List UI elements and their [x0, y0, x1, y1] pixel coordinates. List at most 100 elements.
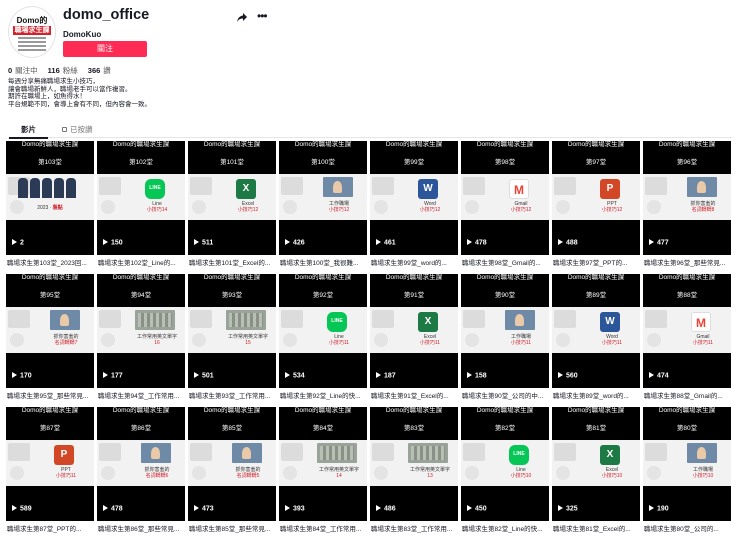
video-thumbnail[interactable]: Domo的職場求生課第81堂 Excel小技巧10 325 [552, 407, 640, 521]
video-card[interactable]: Domo的職場求生課第92堂 Line小技巧11 534 職場求生第92堂_Line的… [279, 274, 367, 402]
video-card[interactable]: Domo的職場求生課 第85堂 抓你害羞的 名詞轉轉5 473 職場求生第85堂_那些常見… [188, 407, 276, 535]
video-thumbnail[interactable]: Domo的職場求生課 第100堂 工作職場 小技巧12 426 [279, 141, 367, 255]
video-caption[interactable]: 職場求生第97堂_PPT的... [553, 257, 641, 267]
video-caption[interactable]: 職場求生第83堂_工作常用... [371, 523, 459, 533]
video-card[interactable]: Domo的職場求生課 第100堂 工作職場 小技巧12 426 職場求生第100堂_我很難… [279, 141, 367, 269]
view-count: 426 [285, 239, 305, 247]
video-caption[interactable]: 職場求生第82堂_Line的快... [462, 523, 550, 533]
video-caption[interactable]: 職場求生第103堂_2023回... [7, 257, 95, 267]
video-thumbnail[interactable]: Domo的職場求生課第91堂 Excel小技巧11 187 [370, 274, 458, 388]
video-card[interactable]: Domo的職場求生課 第93堂 工作常用英文單字 15 501 職場求生第93堂_工作常用… [188, 274, 276, 402]
video-thumbnail[interactable]: Domo的職場求生課第92堂 Line小技巧11 534 [279, 274, 367, 388]
video-thumbnail[interactable]: Domo的職場求生課第99堂 Word小技巧12 461 [370, 141, 458, 255]
video-thumbnail[interactable]: Domo的職場求生課 第96堂 抓你害羞的 名詞轉轉8 477 [643, 141, 731, 255]
video-thumbnail[interactable]: Domo的職場求生課 第84堂 工作常用英文單字 14 393 [279, 407, 367, 521]
video-caption[interactable]: 職場求生第96堂_那些常見... [644, 257, 732, 267]
video-thumbnail[interactable]: Domo的職場求生課第98堂 Gmail小技巧12 478 [461, 141, 549, 255]
video-caption[interactable]: 職場求生第95堂_那些常見... [7, 390, 95, 400]
video-card[interactable]: Domo的職場求生課 第83堂 工作常用英文單字 13 486 職場求生第83堂_工作常用… [370, 407, 458, 535]
video-caption[interactable]: 職場求生第87堂_PPT的... [7, 523, 95, 533]
video-card[interactable]: Domo的職場求生課 第94堂 工作常用英文單字 16 177 職場求生第94堂_工作常用… [97, 274, 185, 402]
stat-following[interactable]: 0 關注中 [8, 65, 38, 76]
video-card[interactable]: Domo的職場求生課 第90堂 工作職場 小技巧11 158 職場求生第90堂_公司的中.… [461, 274, 549, 402]
video-thumbnail[interactable]: Domo的職場求生課 第83堂 工作常用英文單字 13 486 [370, 407, 458, 521]
tab-videos[interactable]: 影片 [9, 124, 48, 139]
video-thumbnail[interactable]: Domo的職場求生課 第80堂 工作職場 小技巧10 190 [643, 407, 731, 521]
video-thumbnail[interactable]: Domo的職場求生課 第86堂 抓你害羞的 名詞轉轉6 478 [97, 407, 185, 521]
video-caption[interactable]: 職場求生第86堂_那些常見... [98, 523, 186, 533]
video-thumbnail[interactable]: Domo的職場求生課 第85堂 抓你害羞的 名詞轉轉5 473 [188, 407, 276, 521]
video-card[interactable]: Domo的職場求生課 第96堂 抓你害羞的 名詞轉轉8 477 職場求生第96堂_那些常見… [643, 141, 731, 269]
thumb-brand: Domo的職場求生課 [476, 274, 534, 281]
thumb-label: Gmail 小技巧12 [510, 201, 532, 213]
video-card[interactable]: Domo的職場求生課第82堂 Line小技巧10 450 職場求生第82堂_Line的… [461, 407, 549, 535]
video-thumbnail[interactable]: Domo的職場求生課 第95堂 抓你害羞的 名詞轉轉7 170 [6, 274, 94, 388]
thumb-episode: 第86堂 [130, 425, 152, 432]
view-count: 158 [467, 372, 487, 380]
video-card[interactable]: Domo的職場求生課第102堂 Line小技巧14 150 職場求生第102堂_Lin… [97, 141, 185, 269]
video-caption[interactable]: 職場求生第89堂_word的... [553, 390, 641, 400]
gmail-icon [691, 312, 711, 332]
video-thumbnail[interactable]: Domo的職場求生課第88堂 Gmail小技巧11 474 [643, 274, 731, 388]
video-caption[interactable]: 職場求生第94堂_工作常用... [98, 390, 186, 400]
video-thumbnail[interactable]: Domo的職場求生課第102堂 Line小技巧14 150 [97, 141, 185, 255]
thumb-panel: 工作常用英文單字 15 [188, 307, 276, 353]
line-icon [509, 445, 529, 465]
thumb-brand: Domo的職場求生課 [476, 407, 534, 414]
video-caption[interactable]: 職場求生第90堂_公司的中... [462, 390, 550, 400]
share-icon[interactable] [236, 12, 248, 24]
thumb-panel: Excel小技巧10 [552, 440, 640, 486]
video-card[interactable]: Domo的職場求生課第98堂 Gmail小技巧12 478 職場求生第98堂_Gmai… [461, 141, 549, 269]
avatar[interactable]: Domo的 職場求生課 [8, 6, 56, 58]
video-thumbnail[interactable]: Domo的職場求生課 第103堂 2023 · 盤點 2 [6, 141, 94, 255]
video-card[interactable]: Domo的職場求生課第99堂 Word小技巧12 461 職場求生第99堂_word的… [370, 141, 458, 269]
video-card[interactable]: Domo的職場求生課 第80堂 工作職場 小技巧10 190 職場求生第80堂_公司的..… [643, 407, 731, 535]
play-icon [194, 239, 199, 245]
video-caption[interactable]: 職場求生第101堂_Excel的... [189, 257, 277, 267]
video-card[interactable]: Domo的職場求生課第88堂 Gmail小技巧11 474 職場求生第88堂_Gmai… [643, 274, 731, 402]
thumb-label: 工作常用英文單字 15 [228, 334, 269, 346]
video-thumbnail[interactable]: Domo的職場求生課第97堂 PPT小技巧12 488 [552, 141, 640, 255]
play-icon [649, 372, 654, 378]
video-caption[interactable]: 職場求生第102堂_Line的... [98, 257, 186, 267]
video-card[interactable]: Domo的職場求生課 第103堂 2023 · 盤點 2 職場求生第103堂_2023回… [6, 141, 94, 269]
follow-button[interactable]: 關注 [63, 41, 147, 57]
tab-liked[interactable]: 已按讚 [62, 124, 93, 138]
video-caption[interactable]: 職場求生第84堂_工作常用... [280, 523, 368, 533]
view-count: 511 [194, 239, 213, 247]
video-caption[interactable]: 職場求生第80堂_公司的... [644, 523, 732, 533]
more-icon[interactable]: ••• [257, 10, 268, 22]
video-caption[interactable]: 職場求生第81堂_Excel的... [553, 523, 641, 533]
thumb-brand: Domo的職場求生課 [385, 274, 443, 281]
video-caption[interactable]: 職場求生第92堂_Line的快... [280, 390, 368, 400]
nickname: DomoKuo [63, 30, 102, 39]
thumb-label: Excel 小技巧11 [419, 334, 441, 346]
video-card[interactable]: Domo的職場求生課第101堂 Excel小技巧12 511 職場求生第101堂_Ex… [188, 141, 276, 269]
view-count: 325 [558, 505, 578, 513]
video-card[interactable]: Domo的職場求生課第87堂 PPT小技巧11 589 職場求生第87堂_PPT的..… [6, 407, 94, 535]
video-caption[interactable]: 職場求生第99堂_word的... [371, 257, 459, 267]
video-thumbnail[interactable]: Domo的職場求生課第82堂 Line小技巧10 450 [461, 407, 549, 521]
video-caption[interactable]: 職場求生第100堂_我很難... [280, 257, 368, 267]
video-thumbnail[interactable]: Domo的職場求生課 第90堂 工作職場 小技巧11 158 [461, 274, 549, 388]
video-caption[interactable]: 職場求生第98堂_Gmail的... [462, 257, 550, 267]
video-thumbnail[interactable]: Domo的職場求生課 第93堂 工作常用英文單字 15 501 [188, 274, 276, 388]
video-card[interactable]: Domo的職場求生課 第86堂 抓你害羞的 名詞轉轉6 478 職場求生第86堂_那些常見… [97, 407, 185, 535]
thumb-label: 工作職場 小技巧12 [328, 201, 350, 213]
video-card[interactable]: Domo的職場求生課第91堂 Excel小技巧11 187 職場求生第91堂_Exce… [370, 274, 458, 402]
video-caption[interactable]: 職場求生第88堂_Gmail的... [644, 390, 732, 400]
office-icon [226, 310, 266, 330]
video-card[interactable]: Domo的職場求生課第89堂 Word小技巧11 560 職場求生第89堂_word的… [552, 274, 640, 402]
video-thumbnail[interactable]: Domo的職場求生課第89堂 Word小技巧11 560 [552, 274, 640, 388]
video-card[interactable]: Domo的職場求生課 第84堂 工作常用英文單字 14 393 職場求生第84堂_工作常用… [279, 407, 367, 535]
video-thumbnail[interactable]: Domo的職場求生課 第94堂 工作常用英文單字 16 177 [97, 274, 185, 388]
video-caption[interactable]: 職場求生第91堂_Excel的... [371, 390, 459, 400]
stat-followers[interactable]: 116 粉絲 [48, 65, 78, 76]
video-caption[interactable]: 職場求生第85堂_那些常見... [189, 523, 277, 533]
video-card[interactable]: Domo的職場求生課第81堂 Excel小技巧10 325 職場求生第81堂_Exce… [552, 407, 640, 535]
video-card[interactable]: Domo的職場求生課 第95堂 抓你害羞的 名詞轉轉7 170 職場求生第95堂_那些常見… [6, 274, 94, 402]
video-card[interactable]: Domo的職場求生課第97堂 PPT小技巧12 488 職場求生第97堂_PPT的..… [552, 141, 640, 269]
video-thumbnail[interactable]: Domo的職場求生課第87堂 PPT小技巧11 589 [6, 407, 94, 521]
video-thumbnail[interactable]: Domo的職場求生課第101堂 Excel小技巧12 511 [188, 141, 276, 255]
video-caption[interactable]: 職場求生第93堂_工作常用... [189, 390, 277, 400]
